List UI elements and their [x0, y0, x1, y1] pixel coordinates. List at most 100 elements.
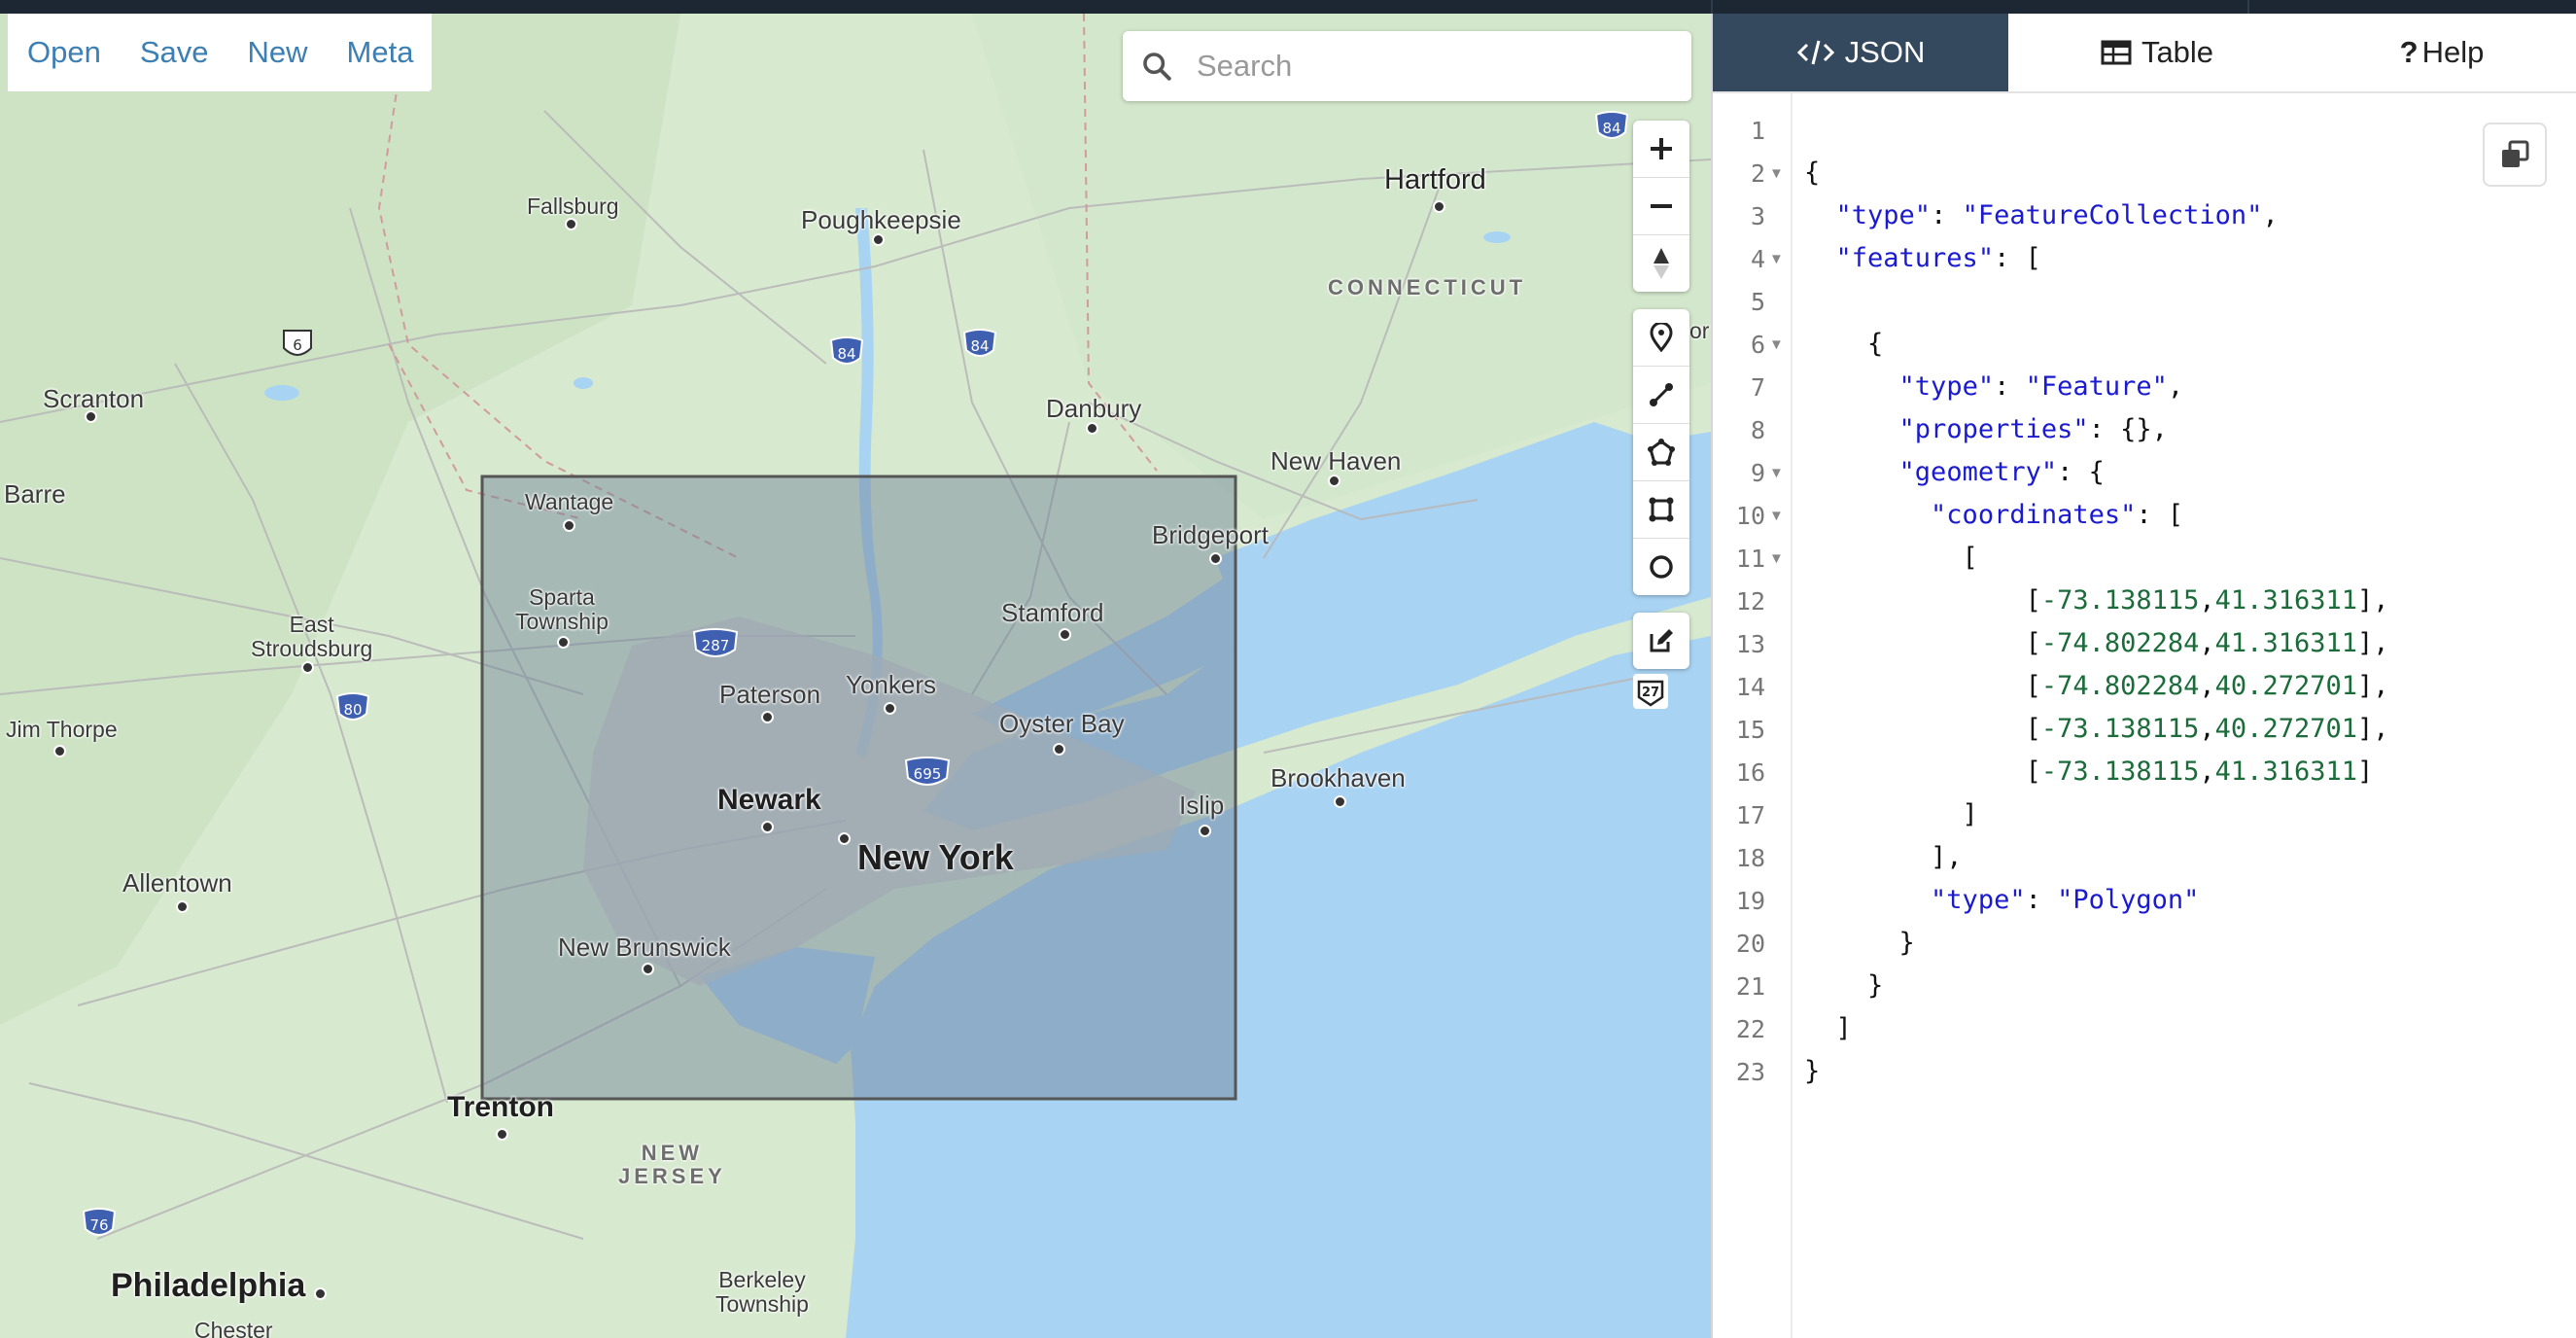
- city-dot: [1086, 422, 1098, 435]
- line-number: 1: [1750, 117, 1765, 145]
- meta-button[interactable]: Meta: [328, 35, 434, 70]
- edit-button[interactable]: [1633, 613, 1689, 669]
- draw-line-button[interactable]: [1633, 367, 1689, 424]
- tab-table-label: Table: [2141, 35, 2214, 69]
- label-new-jersey: NEW JERSEY: [618, 1141, 726, 1189]
- city-dot: [563, 519, 575, 532]
- new-button[interactable]: New: [228, 35, 328, 70]
- code-line: "geometry": {: [1898, 457, 2105, 487]
- draw-circle-button[interactable]: [1633, 539, 1689, 595]
- city-dot: [565, 218, 577, 230]
- line-number: 10: [1735, 502, 1765, 530]
- i695-shield: 695: [904, 757, 951, 786]
- copy-icon: [2502, 140, 2529, 167]
- line-number: 4: [1750, 245, 1765, 273]
- label-wantage: Wantage: [525, 489, 614, 514]
- map-view[interactable]: 84 84 84 6 287 80 695 76 Fallsburg Pough…: [0, 14, 1711, 1338]
- code-line: "type": "Feature",: [1898, 371, 2184, 402]
- line-number: 3: [1750, 202, 1765, 230]
- label-brookhaven: Brookhaven: [1271, 763, 1406, 792]
- label-sparta-township: Sparta Township: [515, 584, 609, 635]
- tab-help[interactable]: ? Help: [2306, 14, 2576, 91]
- line-number: 20: [1735, 930, 1765, 958]
- search-input[interactable]: [1195, 48, 1665, 85]
- code-line: ]: [1804, 1013, 1852, 1043]
- i84-shield-2: 84: [829, 336, 864, 365]
- fold-toggle-icon[interactable]: ▼: [1769, 465, 1784, 481]
- code-line: [-73.138115,40.272701],: [1804, 714, 2389, 744]
- line-number: 13: [1735, 630, 1765, 658]
- code-line: }: [1804, 928, 1915, 958]
- city-dot: [1199, 825, 1211, 837]
- circle-icon: [1650, 555, 1673, 579]
- city-dot: [872, 233, 885, 246]
- label-new-brunswick: New Brunswick: [558, 933, 731, 962]
- label-or-fragment: or: [1689, 318, 1710, 343]
- code-line: }: [1804, 970, 1884, 1001]
- city-dot: [496, 1128, 508, 1141]
- code-line: "features": [: [1835, 243, 2041, 273]
- zoom-out-button[interactable]: [1633, 178, 1689, 235]
- tab-json[interactable]: JSON: [1713, 14, 2008, 91]
- i76-shield: 76: [82, 1208, 117, 1236]
- line-number: 11: [1735, 545, 1765, 573]
- save-button[interactable]: Save: [121, 35, 228, 70]
- zoom-out-icon: [1651, 204, 1672, 208]
- zoom-in-icon: [1651, 138, 1672, 159]
- route-shield-icon: 27: [1637, 680, 1664, 707]
- copy-button[interactable]: [2483, 123, 2547, 187]
- i76-label: 76: [89, 1216, 108, 1234]
- city-dot: [301, 661, 314, 674]
- code-line: [: [1804, 543, 1978, 573]
- edit-icon: [1650, 629, 1673, 652]
- code-line: ]: [1804, 799, 1978, 829]
- fold-toggle-icon[interactable]: ▼: [1769, 508, 1784, 524]
- label-scranton: Scranton: [43, 384, 145, 413]
- open-button[interactable]: Open: [8, 35, 121, 70]
- us6-shield: 6: [283, 330, 312, 356]
- code-line: "type": "FeatureCollection",: [1835, 200, 2279, 230]
- label-barre: Barre: [4, 479, 66, 509]
- code-line: {: [1804, 329, 1884, 359]
- label-connecticut: CONNECTICUT: [1328, 275, 1527, 299]
- us6-label: 6: [293, 336, 302, 354]
- fold-toggle-icon[interactable]: ▼: [1769, 251, 1784, 267]
- city-dot: [557, 636, 570, 649]
- zoom-in-button[interactable]: [1633, 121, 1689, 178]
- compass-button[interactable]: [1633, 235, 1689, 292]
- tab-help-label: Help: [2421, 35, 2485, 69]
- code-line: {: [1804, 158, 1821, 188]
- city-dot: [838, 832, 851, 845]
- file-menu: Open Save New Meta: [8, 14, 432, 91]
- code-line: "type": "Polygon": [1931, 885, 2200, 915]
- code-line: [-74.802284,40.272701],: [1804, 671, 2389, 701]
- tab-table[interactable]: Table: [2008, 14, 2306, 91]
- city-dot: [53, 745, 66, 757]
- label-danbury: Danbury: [1046, 394, 1142, 423]
- line-number: 14: [1735, 673, 1765, 701]
- fold-toggle-icon[interactable]: ▼: [1769, 550, 1784, 567]
- search-box[interactable]: [1123, 31, 1691, 101]
- i84-label-2: 84: [837, 345, 855, 363]
- label-jim-thorpe: Jim Thorpe: [6, 717, 118, 742]
- label-trenton: Trenton: [447, 1091, 554, 1123]
- fold-toggle-icon[interactable]: ▼: [1769, 165, 1784, 182]
- code-line: [-73.138115,41.316311]: [1804, 757, 2374, 787]
- line-number: 5: [1750, 288, 1765, 316]
- code-line: [-74.802284,41.316311],: [1804, 628, 2389, 658]
- draw-rectangle-button[interactable]: [1633, 481, 1689, 539]
- label-chester: Chester: [194, 1318, 273, 1338]
- line-number: 12: [1735, 587, 1765, 616]
- label-paterson: Paterson: [719, 680, 821, 709]
- draw-point-button[interactable]: [1633, 309, 1689, 367]
- polygon-icon: [1648, 439, 1675, 466]
- draw-polygon-button[interactable]: [1633, 424, 1689, 481]
- city-dot: [176, 900, 189, 913]
- line-number: 19: [1735, 887, 1765, 915]
- fold-toggle-icon[interactable]: ▼: [1769, 336, 1784, 353]
- line-number: 16: [1735, 758, 1765, 787]
- label-fallsburg: Fallsburg: [527, 194, 619, 219]
- label-hartford: Hartford: [1384, 164, 1486, 195]
- question-icon: ?: [2399, 35, 2419, 69]
- code-line: [-73.138115,41.316311],: [1804, 585, 2389, 616]
